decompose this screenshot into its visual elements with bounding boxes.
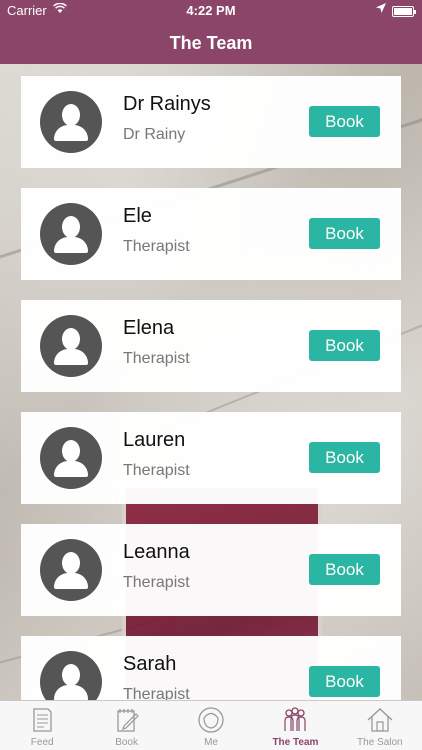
person-icon bbox=[198, 707, 224, 733]
member-name: Elena bbox=[123, 317, 175, 339]
team-member-card[interactable]: Elena Therapist Book bbox=[21, 300, 401, 392]
document-icon bbox=[33, 708, 52, 732]
tab-label: Me bbox=[204, 737, 218, 748]
team-member-card[interactable]: Leanna Therapist Book bbox=[21, 524, 401, 616]
team-member-card[interactable]: Lauren Therapist Book bbox=[21, 412, 401, 504]
team-icon bbox=[284, 707, 307, 731]
tab-feed[interactable]: Feed bbox=[0, 701, 84, 750]
battery-icon bbox=[392, 6, 416, 17]
book-button[interactable]: Book bbox=[309, 106, 380, 137]
tab-book[interactable]: Book bbox=[84, 701, 168, 750]
navigation-bar: The Team bbox=[0, 22, 422, 64]
member-role: Dr Rainy bbox=[123, 126, 186, 143]
member-name: Lauren bbox=[123, 429, 186, 451]
member-name: Leanna bbox=[123, 541, 190, 563]
member-role: Therapist bbox=[123, 574, 190, 591]
avatar-placeholder-icon bbox=[40, 91, 102, 153]
book-button[interactable]: Book bbox=[309, 330, 380, 361]
member-role: Therapist bbox=[123, 350, 190, 367]
book-button[interactable]: Book bbox=[309, 442, 380, 473]
location-arrow-icon bbox=[376, 3, 386, 16]
edit-notebook-icon bbox=[116, 709, 139, 732]
tab-me[interactable]: Me bbox=[169, 701, 253, 750]
tab-label: Book bbox=[115, 737, 138, 748]
member-name: Sarah bbox=[123, 653, 177, 675]
clock: 4:22 PM bbox=[186, 3, 236, 18]
book-button[interactable]: Book bbox=[309, 666, 380, 697]
book-button[interactable]: Book bbox=[309, 218, 380, 249]
tab-label: Feed bbox=[30, 737, 54, 748]
avatar-placeholder-icon bbox=[40, 315, 102, 377]
team-member-card[interactable]: Sarah Therapist Book bbox=[21, 636, 401, 700]
house-icon bbox=[367, 708, 393, 732]
avatar-placeholder-icon bbox=[40, 651, 102, 700]
book-button[interactable]: Book bbox=[309, 554, 380, 585]
tab-label: The Salon bbox=[357, 737, 403, 748]
avatar-placeholder-icon bbox=[40, 539, 102, 601]
status-bar: Carrier 4:22 PM bbox=[0, 0, 422, 22]
team-member-card[interactable]: Ele Therapist Book bbox=[21, 188, 401, 280]
tab-the-team[interactable]: The Team bbox=[253, 701, 337, 750]
tab-label: The Team bbox=[272, 737, 319, 748]
member-name: Dr Rainys bbox=[123, 93, 211, 115]
tab-bar: Feed Book Me The Team The Salon bbox=[0, 700, 422, 750]
member-name: Ele bbox=[123, 205, 152, 227]
team-list[interactable]: Dr Rainys Dr Rainy Book Ele Therapist Bo… bbox=[0, 64, 422, 700]
page-title: The Team bbox=[169, 32, 253, 53]
avatar-placeholder-icon bbox=[40, 427, 102, 489]
member-role: Therapist bbox=[123, 238, 190, 255]
member-role: Therapist bbox=[123, 686, 190, 700]
team-member-card[interactable]: Dr Rainys Dr Rainy Book bbox=[21, 76, 401, 168]
member-role: Therapist bbox=[123, 462, 190, 479]
avatar-placeholder-icon bbox=[40, 203, 102, 265]
tab-the-salon[interactable]: The Salon bbox=[338, 701, 422, 750]
